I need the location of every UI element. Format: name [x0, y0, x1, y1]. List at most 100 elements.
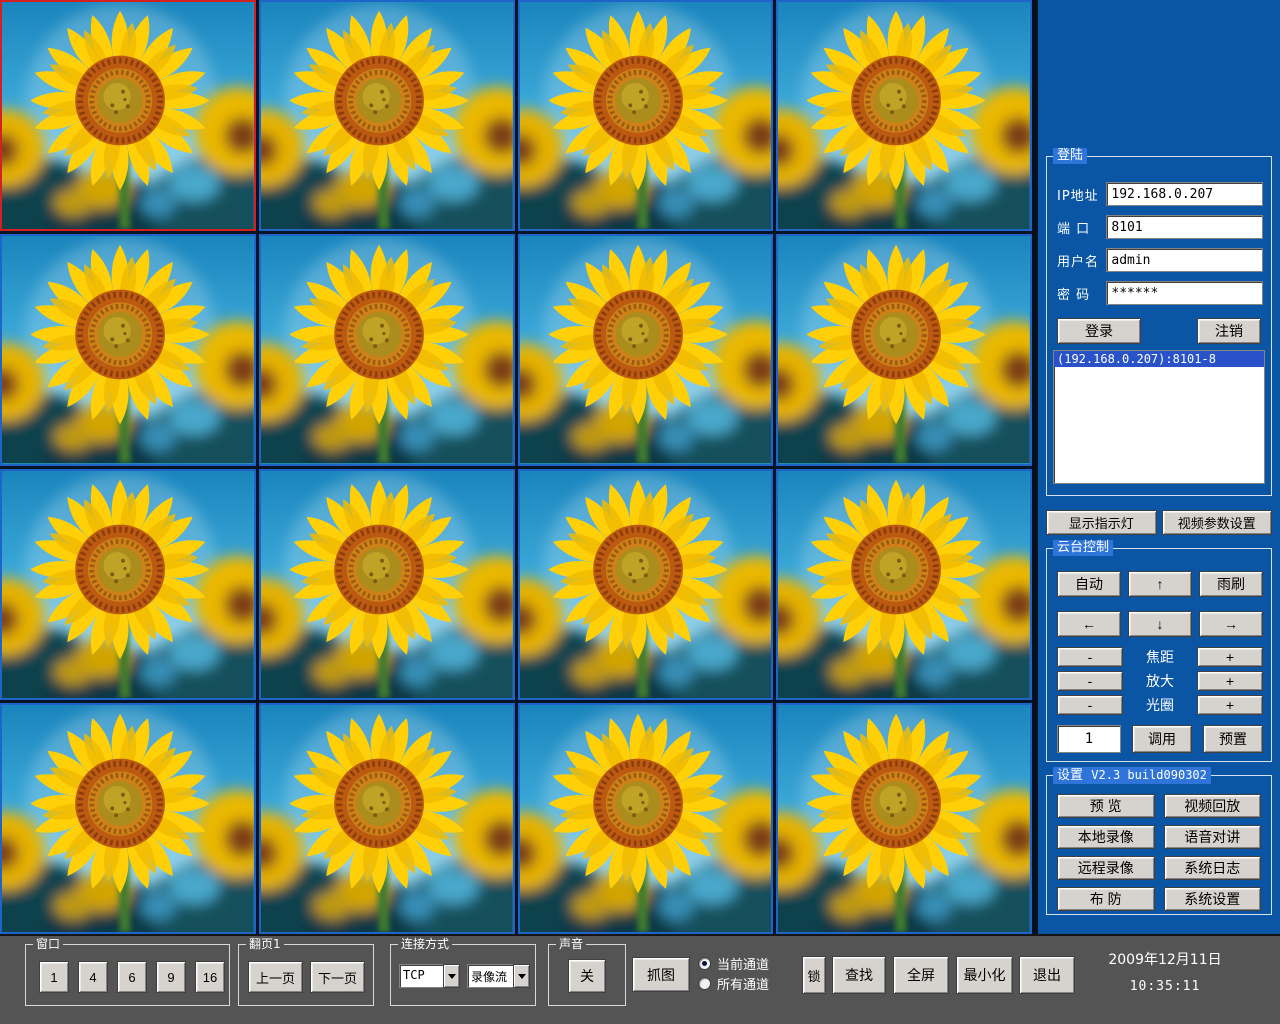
ptz-iris-row: - 光圈 + [1057, 695, 1263, 715]
sunflower-camera-feed [520, 236, 772, 463]
dropdown-arrow-icon[interactable] [513, 964, 530, 988]
preset-set-button[interactable]: 预置 [1203, 725, 1263, 753]
dropdown-arrow-icon[interactable] [443, 964, 460, 988]
settings-group-title: 设置 V2.3 build090302 [1053, 767, 1211, 784]
snapshot-button[interactable]: 抓图 [632, 957, 690, 992]
settings-button-grid: 预 览 视频回放 本地录像 语音对讲 远程录像 系统日志 布 防 系统设置 [1047, 776, 1271, 911]
layout-16-button[interactable]: 16 [195, 961, 225, 993]
video-cell[interactable] [259, 703, 515, 934]
video-cell[interactable] [259, 234, 515, 465]
username-input[interactable] [1106, 248, 1263, 272]
time-text: 10:35:11 [1090, 979, 1240, 994]
preview-button[interactable]: 预 览 [1057, 794, 1155, 818]
video-cell[interactable] [776, 0, 1032, 231]
ptz-auto-button[interactable]: 自动 [1057, 571, 1121, 597]
ptz-focus-row: - 焦距 + [1057, 647, 1263, 667]
sound-toggle-button[interactable]: 关 [568, 959, 606, 993]
sunflower-camera-feed [778, 236, 1030, 463]
video-cell[interactable] [518, 469, 774, 700]
zoom-plus-button[interactable]: + [1197, 671, 1263, 691]
login-button[interactable]: 登录 [1057, 318, 1141, 344]
iris-minus-button[interactable]: - [1057, 695, 1123, 715]
ptz-left-button[interactable]: ← [1057, 611, 1121, 637]
radio-unchecked-icon[interactable] [698, 977, 711, 990]
show-indicator-button[interactable]: 显示指示灯 [1046, 510, 1157, 535]
ptz-right-button[interactable]: → [1199, 611, 1263, 637]
port-label: 端 口 [1057, 218, 1106, 237]
iris-plus-button[interactable]: + [1197, 695, 1263, 715]
video-cell[interactable] [518, 0, 774, 231]
video-cell[interactable] [518, 703, 774, 934]
arm-button[interactable]: 布 防 [1057, 887, 1155, 911]
login-button-row: 登录 注销 [1057, 318, 1261, 344]
current-channel-option[interactable]: 当前通道 [698, 953, 769, 973]
video-cell[interactable] [259, 0, 515, 231]
system-settings-button[interactable]: 系统设置 [1164, 887, 1262, 911]
video-cell[interactable] [0, 0, 256, 231]
stream-select[interactable]: 录像流 [467, 964, 530, 988]
panel-button-row: 显示指示灯 视频参数设置 [1046, 510, 1272, 535]
date-text: 2009年12月11日 [1090, 949, 1240, 969]
radio-checked-icon[interactable] [698, 957, 711, 970]
video-cell[interactable] [776, 469, 1032, 700]
sunflower-camera-feed [520, 2, 772, 229]
ptz-wiper-button[interactable]: 雨刷 [1199, 571, 1263, 597]
next-page-button[interactable]: 下一页 [310, 961, 365, 993]
ptz-preset-row: 调用 预置 [1057, 725, 1263, 753]
zoom-label: 放大 [1146, 671, 1174, 691]
all-channels-label: 所有通道 [717, 974, 769, 993]
page-group-title: 翻页1 [246, 937, 284, 951]
video-cell[interactable] [0, 703, 256, 934]
device-listbox[interactable]: (192.168.0.207):8101-8 [1053, 350, 1265, 484]
page-group: 翻页1 上一页 下一页 [238, 944, 374, 1006]
lock-button[interactable]: 锁 [802, 956, 826, 994]
video-cell[interactable] [0, 234, 256, 465]
playback-button[interactable]: 视频回放 [1164, 794, 1262, 818]
connection-group-title: 连接方式 [398, 937, 452, 951]
layout-9-button[interactable]: 9 [156, 961, 186, 993]
focus-minus-button[interactable]: - [1057, 647, 1123, 667]
ptz-row-2: ← ↓ → [1057, 611, 1263, 637]
video-cell[interactable] [518, 234, 774, 465]
system-log-button[interactable]: 系统日志 [1164, 856, 1262, 880]
layout-6-button[interactable]: 6 [117, 961, 147, 993]
zoom-minus-button[interactable]: - [1057, 671, 1123, 691]
ip-label: IP地址 [1057, 185, 1106, 204]
port-row: 端 口 [1057, 214, 1263, 240]
surveillance-app-window: 登陆 IP地址 端 口 用户名 密 码 登录 注销 (19 [0, 0, 1280, 1024]
exit-button[interactable]: 退出 [1019, 956, 1075, 994]
all-channels-option[interactable]: 所有通道 [698, 973, 769, 993]
preset-call-button[interactable]: 调用 [1132, 725, 1192, 753]
layout-1-button[interactable]: 1 [39, 961, 69, 993]
ptz-up-button[interactable]: ↑ [1128, 571, 1192, 597]
layout-4-button[interactable]: 4 [78, 961, 108, 993]
protocol-select[interactable]: TCP [399, 964, 460, 988]
prev-page-button[interactable]: 上一页 [248, 961, 303, 993]
voice-intercom-button[interactable]: 语音对讲 [1164, 825, 1262, 849]
sunflower-camera-feed [778, 705, 1030, 932]
search-button[interactable]: 查找 [832, 956, 886, 994]
username-label: 用户名 [1057, 251, 1106, 270]
ip-input[interactable] [1106, 182, 1263, 206]
ptz-control-group: 云台控制 自动 ↑ 雨刷 ← ↓ → - 焦距 + - 放大 + [1046, 548, 1272, 762]
video-cell[interactable] [259, 469, 515, 700]
ptz-row-1: 自动 ↑ 雨刷 [1057, 571, 1263, 597]
video-params-button[interactable]: 视频参数设置 [1162, 510, 1273, 535]
fullscreen-button[interactable]: 全屏 [893, 956, 949, 994]
remote-record-button[interactable]: 远程录像 [1057, 856, 1155, 880]
video-cell[interactable] [776, 234, 1032, 465]
ptz-down-button[interactable]: ↓ [1128, 611, 1192, 637]
iris-label: 光圈 [1146, 695, 1174, 715]
password-label: 密 码 [1057, 284, 1106, 303]
password-input[interactable] [1106, 281, 1263, 305]
video-cell[interactable] [0, 469, 256, 700]
video-cell[interactable] [776, 703, 1032, 934]
port-input[interactable] [1106, 215, 1263, 239]
device-list-item[interactable]: (192.168.0.207):8101-8 [1054, 351, 1264, 367]
sunflower-camera-feed [261, 236, 513, 463]
minimize-button[interactable]: 最小化 [956, 956, 1013, 994]
preset-number-input[interactable] [1057, 725, 1121, 753]
focus-plus-button[interactable]: + [1197, 647, 1263, 667]
logout-button[interactable]: 注销 [1197, 318, 1261, 344]
local-record-button[interactable]: 本地录像 [1057, 825, 1155, 849]
